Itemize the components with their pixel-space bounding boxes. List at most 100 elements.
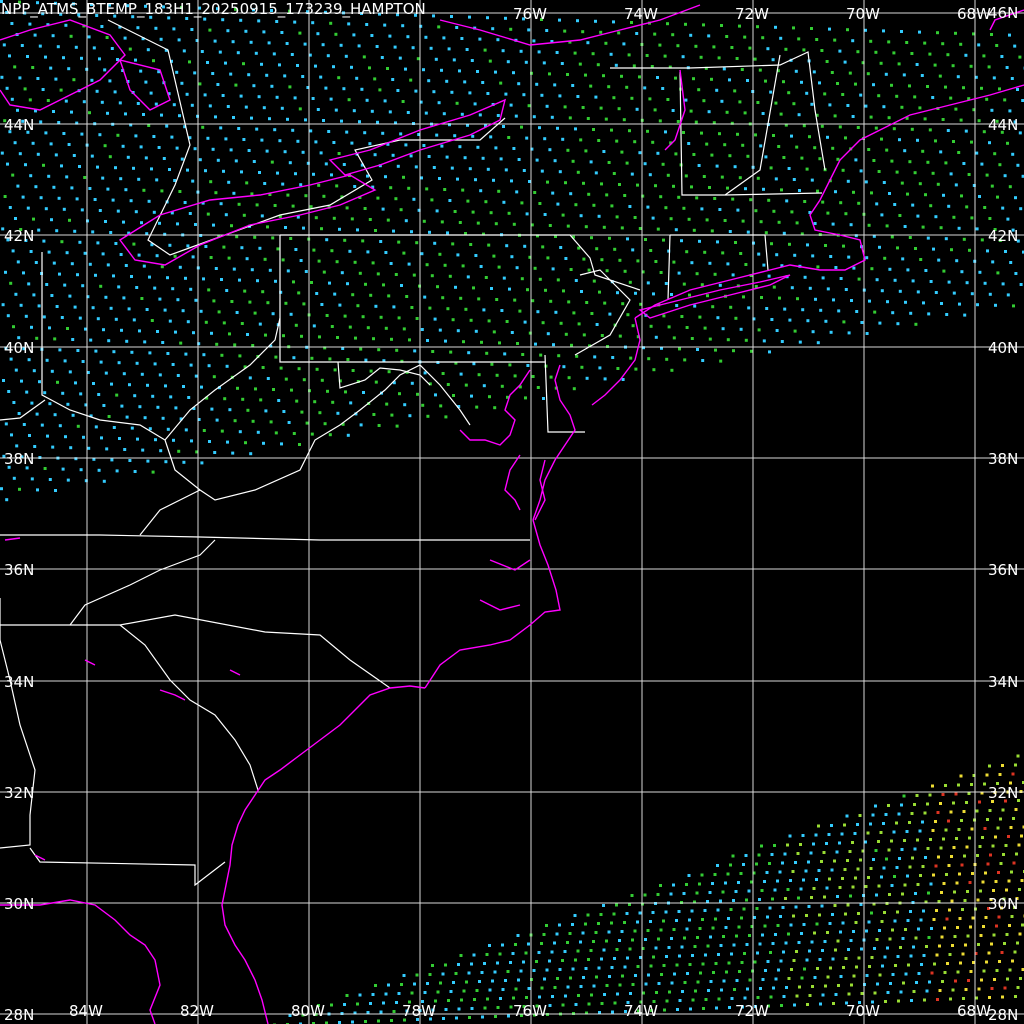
swath-pixel (799, 843, 802, 846)
swath-pixel (219, 202, 223, 206)
swath-pixel (149, 91, 153, 95)
swath-pixel (342, 87, 346, 91)
swath-pixel (559, 246, 563, 249)
swath-pixel (0, 75, 4, 79)
swath-pixel (984, 916, 988, 919)
swath-pixel (294, 172, 297, 176)
swath-pixel (489, 211, 493, 215)
swath-pixel (811, 330, 815, 334)
swath-pixel (486, 167, 490, 171)
swath-pixel (312, 324, 316, 328)
lat-label: 42N (988, 227, 1018, 245)
swath-pixel (917, 972, 921, 975)
swath-pixel (666, 173, 670, 177)
swath-pixel (798, 189, 801, 192)
swath-pixel (766, 915, 769, 919)
swath-pixel (88, 262, 92, 266)
swath-pixel (117, 285, 121, 289)
swath-pixel (622, 118, 626, 122)
swath-pixel (406, 35, 410, 39)
swath-pixel (830, 71, 834, 74)
swath-pixel (96, 241, 100, 245)
swath-pixel (280, 442, 283, 446)
swath-pixel (533, 191, 537, 194)
swath-pixel (824, 244, 827, 247)
swath-pixel (747, 306, 751, 310)
swath-pixel (851, 841, 854, 844)
swath-pixel (792, 102, 796, 106)
swath-pixel (875, 938, 879, 941)
swath-pixel (96, 317, 100, 321)
swath-pixel (574, 279, 578, 282)
swath-pixel (37, 304, 41, 308)
swath-pixel (620, 226, 624, 230)
swath-pixel (955, 259, 959, 263)
swath-pixel (831, 146, 835, 150)
swath-pixel (908, 236, 912, 239)
swath-pixel (893, 203, 897, 206)
swath-pixel (994, 303, 997, 307)
swath-pixel (660, 973, 663, 976)
swath-pixel (591, 52, 595, 56)
swath-pixel (864, 104, 868, 108)
swath-pixel (844, 212, 848, 216)
swath-pixel (255, 127, 259, 131)
swath-pixel (960, 270, 964, 274)
swath-pixel (295, 399, 299, 403)
swath-pixel (854, 158, 858, 162)
swath-pixel (155, 178, 159, 182)
swath-pixel (847, 992, 851, 996)
swath-pixel (157, 146, 161, 149)
swath-pixel (435, 133, 439, 137)
swath-pixel (87, 35, 91, 39)
swath-pixel (939, 150, 943, 154)
swath-pixel (396, 164, 400, 168)
swath-pixel (781, 861, 784, 865)
swath-pixel (428, 306, 432, 310)
swath-pixel (346, 358, 350, 361)
swath-pixel (815, 38, 819, 41)
swath-pixel (674, 76, 677, 80)
swath-pixel (982, 54, 986, 58)
swath-pixel (831, 913, 834, 916)
swath-pixel (633, 216, 637, 219)
swath-pixel (903, 149, 907, 153)
swath-pixel (783, 307, 787, 311)
swath-pixel (681, 55, 685, 59)
swath-pixel (618, 183, 621, 186)
swath-pixel (480, 971, 484, 974)
swath-pixel (854, 921, 858, 924)
swath-pixel (173, 254, 177, 258)
swath-pixel (244, 105, 248, 109)
swath-pixel (57, 196, 61, 200)
swath-pixel (472, 286, 475, 290)
swath-pixel (44, 55, 47, 59)
swath-pixel (555, 932, 559, 936)
swath-pixel (88, 187, 92, 190)
swath-pixel (247, 149, 251, 152)
swath-pixel (343, 238, 347, 242)
swath-pixel (818, 157, 822, 161)
swath-pixel (235, 235, 239, 239)
swath-pixel (454, 972, 458, 975)
swath-pixel (944, 85, 947, 89)
satellite-map: 44N 42N 40N 38N 36N 34N 32N 30N 28N 46N … (0, 0, 1024, 1024)
swath-pixel (456, 329, 460, 333)
swath-pixel (128, 47, 132, 51)
swath-pixel (1014, 272, 1018, 275)
swath-pixel (683, 981, 687, 984)
swath-pixel (856, 867, 860, 871)
swath-pixel (470, 962, 473, 966)
swath-pixel (743, 111, 747, 115)
swath-pixel (509, 961, 512, 964)
swath-pixel (1005, 66, 1009, 69)
swath-pixel (707, 989, 710, 992)
swath-pixel (91, 230, 95, 234)
swath-pixel (14, 217, 17, 220)
swath-pixel (1016, 941, 1019, 945)
swath-pixel (975, 151, 979, 155)
swath-pixel (603, 377, 607, 381)
swath-pixel (101, 176, 105, 180)
swath-pixel (504, 16, 507, 20)
swath-pixel (45, 283, 49, 286)
